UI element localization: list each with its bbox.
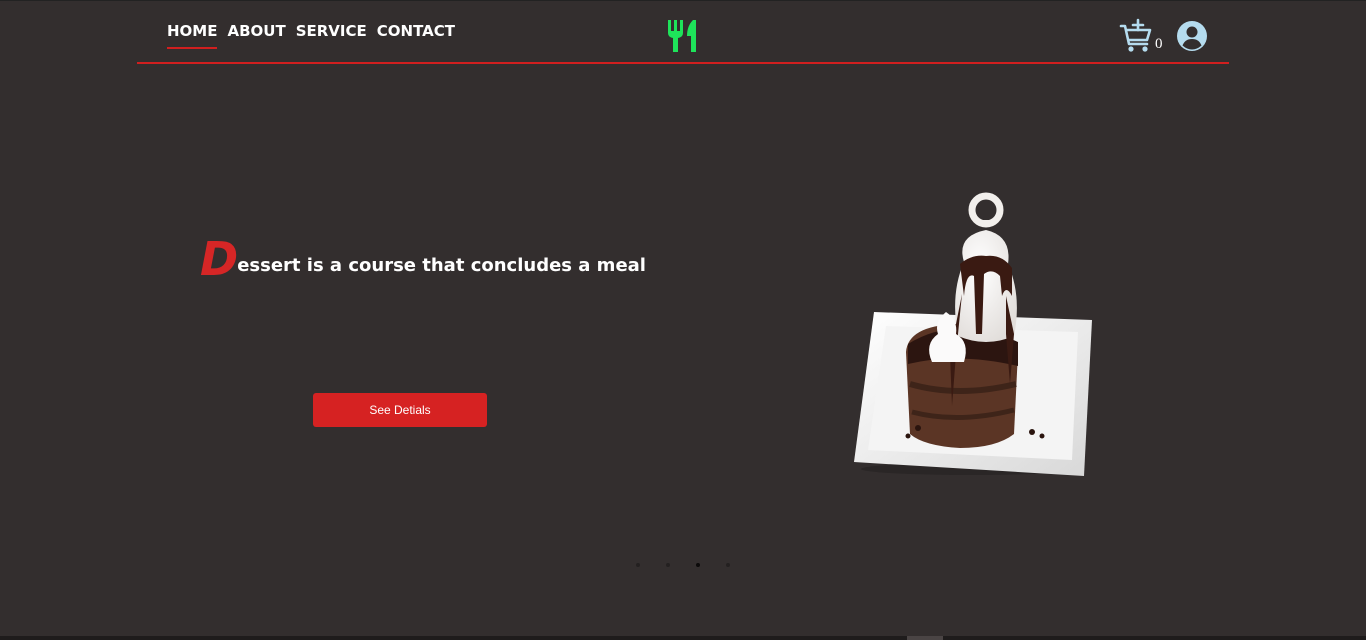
cart-count: 0 (1155, 36, 1163, 52)
headline-drop-cap: D (200, 232, 238, 287)
nav-about[interactable]: ABOUT (227, 22, 285, 40)
fork-knife-icon[interactable] (666, 18, 700, 54)
main-nav: HOME ABOUT SERVICE CONTACT (167, 22, 455, 49)
dessert-image (854, 192, 1092, 476)
see-details-button[interactable]: See Detials (313, 393, 487, 427)
carousel-dot[interactable] (666, 563, 670, 567)
carousel-dot-active[interactable] (696, 563, 700, 567)
carousel-indicators (636, 563, 730, 567)
cart-plus-icon[interactable] (1119, 18, 1153, 54)
site-header: HOME ABOUT SERVICE CONTACT 0 (137, 0, 1229, 64)
scrollbar-thumb[interactable] (907, 636, 943, 640)
nav-home[interactable]: HOME (167, 22, 218, 49)
page: HOME ABOUT SERVICE CONTACT 0 Dessert is … (0, 0, 1366, 640)
headline-text: essert is a course that concludes a meal (237, 255, 646, 277)
horizontal-scrollbar[interactable] (0, 636, 1366, 640)
hero-headline: Dessert is a course that concludes a mea… (200, 236, 646, 282)
carousel-dot[interactable] (636, 563, 640, 567)
nav-service[interactable]: SERVICE (296, 22, 367, 40)
nav-contact[interactable]: CONTACT (377, 22, 455, 40)
user-circle-icon[interactable] (1176, 20, 1208, 52)
carousel-dot[interactable] (726, 563, 730, 567)
